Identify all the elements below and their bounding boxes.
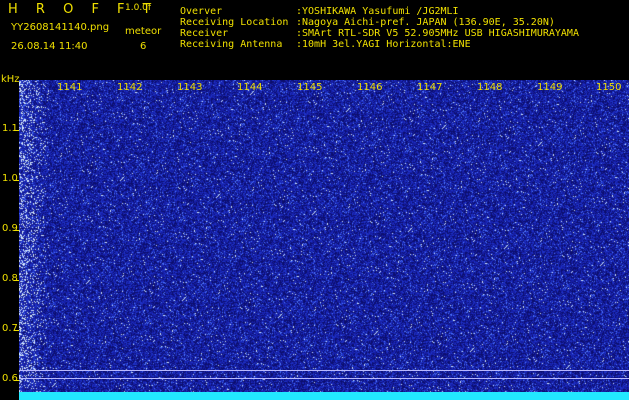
date-time: 26.08.14 11:40 bbox=[11, 41, 88, 52]
time-label-1146: 1146 bbox=[357, 82, 383, 93]
y-label-1-1: 1.1 bbox=[2, 123, 18, 134]
time-label-1145: 1145 bbox=[297, 82, 323, 93]
file-name: YY2608141140.png bbox=[11, 22, 110, 33]
meteor-label: meteor bbox=[125, 26, 162, 37]
meteor-count: 6 bbox=[140, 41, 147, 52]
y-label-0-8: 0.8 bbox=[2, 273, 18, 284]
y-label-0-6: 0.6 bbox=[2, 373, 18, 384]
y-tick bbox=[14, 380, 19, 381]
header-panel: H R O F F T 1.0.0f YY2608141140.png 26.0… bbox=[0, 0, 629, 80]
noise-floor-band bbox=[19, 392, 629, 400]
reference-line-lower bbox=[19, 378, 629, 379]
y-tick bbox=[14, 230, 19, 231]
info-key: Receiving Location bbox=[180, 17, 289, 28]
y-tick bbox=[14, 180, 19, 181]
time-label-1148: 1148 bbox=[477, 82, 503, 93]
y-tick bbox=[14, 280, 19, 281]
station-info: Overver :YOSHIKAWA Yasufumi /JG2MLI Rece… bbox=[180, 6, 579, 50]
info-key: Receiver bbox=[180, 28, 229, 39]
app-version: 1.0.0f bbox=[125, 3, 152, 13]
spectrogram bbox=[19, 80, 629, 400]
y-label-1-0: 1.0 bbox=[2, 173, 18, 184]
time-label-1141: 1141 bbox=[57, 82, 83, 93]
time-label-1144: 1144 bbox=[237, 82, 263, 93]
time-label-1149: 1149 bbox=[537, 82, 563, 93]
info-value: :10mH 3el.YAGI Horizontal:ENE bbox=[296, 39, 471, 50]
y-axis-unit: kHz bbox=[1, 74, 20, 85]
y-tick bbox=[14, 330, 19, 331]
info-value: :YOSHIKAWA Yasufumi /JG2MLI bbox=[296, 6, 459, 17]
time-label-1150: 1150 bbox=[596, 82, 622, 93]
y-tick bbox=[14, 130, 19, 131]
info-key: Overver bbox=[180, 6, 223, 17]
y-label-0-9: 0.9 bbox=[2, 223, 18, 234]
time-label-1143: 1143 bbox=[177, 82, 203, 93]
info-key: Receiving Antenna bbox=[180, 39, 283, 50]
info-row-receiver: Receiver :SMArt RTL-SDR V5 52.905MHz USB… bbox=[180, 28, 579, 39]
y-label-0-7: 0.7 bbox=[2, 323, 18, 334]
info-value: :SMArt RTL-SDR V5 52.905MHz USB HIGASHIM… bbox=[296, 28, 579, 39]
reference-line-upper bbox=[19, 370, 629, 371]
spectrogram-noise bbox=[19, 80, 629, 400]
time-label-1142: 1142 bbox=[117, 82, 143, 93]
info-value: :Nagoya Aichi-pref. JAPAN (136.90E, 35.2… bbox=[296, 17, 555, 28]
info-row-antenna: Receiving Antenna :10mH 3el.YAGI Horizon… bbox=[180, 39, 579, 50]
info-row-location: Receiving Location :Nagoya Aichi-pref. J… bbox=[180, 17, 579, 28]
info-row-observer: Overver :YOSHIKAWA Yasufumi /JG2MLI bbox=[180, 6, 579, 17]
time-label-1147: 1147 bbox=[417, 82, 443, 93]
